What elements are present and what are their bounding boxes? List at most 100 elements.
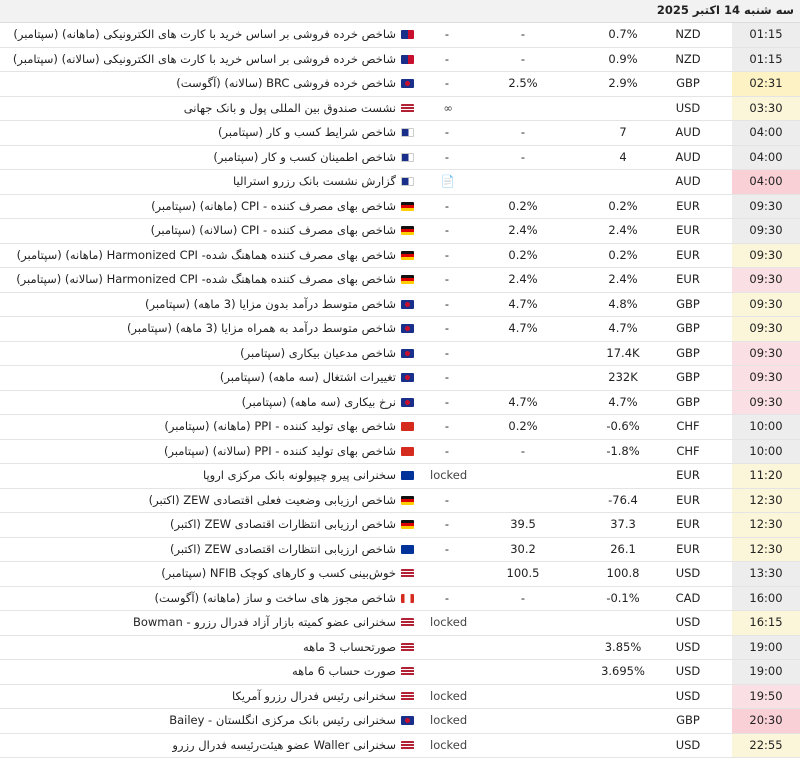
table-row[interactable]: 13:30USD100.8100.5خوش‌بینی کسب و کارهای … bbox=[0, 562, 800, 587]
event-name[interactable]: شاخص اطمینان کسب و کار (سپتامبر) bbox=[213, 150, 396, 164]
table-row[interactable]: 09:30GBP4.7%4.7%-شاخص متوسط درآمد به همر… bbox=[0, 317, 800, 342]
table-row[interactable]: 10:00CHF-0.6%0.2%-شاخص بهای تولید کننده … bbox=[0, 415, 800, 440]
event-name[interactable]: صورتحساب 3 ماهه bbox=[303, 640, 396, 654]
actual-value: 0.2% bbox=[596, 248, 650, 262]
table-row[interactable]: 09:30EUR0.2%0.2%-شاخص بهای مصرف کننده - … bbox=[0, 195, 800, 220]
event-name[interactable]: شاخص بهای مصرف کننده هماهنگ شده- Harmoni… bbox=[17, 248, 396, 262]
forecast-value: 4.7% bbox=[496, 395, 550, 409]
actual-value: 100.8 bbox=[596, 566, 650, 580]
table-row[interactable]: 16:15USDlockedسخنرانی عضو کمیته بازار آز… bbox=[0, 611, 800, 636]
previous-value: - bbox=[418, 76, 476, 90]
flag-us-icon bbox=[401, 643, 414, 652]
table-row[interactable]: 12:30EUR26.130.2-شاخص ارزیابی انتظارات ا… bbox=[0, 538, 800, 563]
event-type-icon: 📄 bbox=[430, 174, 466, 188]
previous-value: - bbox=[418, 346, 476, 360]
table-row[interactable]: 09:30GBP232K-تغییرات اشتغال (سه ماهه) (س… bbox=[0, 366, 800, 391]
table-row[interactable]: 12:30EUR37.339.5-شاخص ارزیابی انتظارات ا… bbox=[0, 513, 800, 538]
actual-value: -0.1% bbox=[596, 591, 650, 605]
table-row[interactable]: 09:30GBP4.8%4.7%-شاخص متوسط درآمد بدون م… bbox=[0, 293, 800, 318]
table-row[interactable]: 01:15NZD0.7%--شاخص خرده فروشی بر اساس خر… bbox=[0, 23, 800, 48]
event-name[interactable]: شاخص بهای تولید کننده - PPI (ماهانه) (سپ… bbox=[164, 419, 396, 433]
previous-value: - bbox=[418, 444, 476, 458]
forecast-value: - bbox=[496, 591, 550, 605]
forecast-value: - bbox=[496, 52, 550, 66]
event-name[interactable]: سخنرانی رئیس فدرال رزرو آمریکا bbox=[232, 689, 396, 703]
table-row[interactable]: 02:31GBP2.9%2.5%-شاخص خرده فروشی BRC (سا… bbox=[0, 72, 800, 97]
event-time: 20:30 bbox=[732, 709, 800, 733]
table-row[interactable]: 19:50USDlockedسخنرانی رئیس فدرال رزرو آم… bbox=[0, 685, 800, 710]
event-name[interactable]: سخنرانی Waller عضو هیئت‌رئیسه فدرال رزرو bbox=[172, 738, 396, 752]
event-name[interactable]: شاخص شرایط کسب و کار (سپتامبر) bbox=[218, 125, 396, 139]
table-row[interactable]: 09:30GBP17.4K-شاخص مدعیان بیکاری (سپتامب… bbox=[0, 342, 800, 367]
table-row[interactable]: 11:20EURlockedسخنرانی پیرو چیپولونه بانک… bbox=[0, 464, 800, 489]
event-name[interactable]: خوش‌بینی کسب و کارهای کوچک NFIB (سپتامبر… bbox=[161, 566, 396, 580]
event-name[interactable]: شاخص متوسط درآمد بدون مزایا (3 ماهه) (سپ… bbox=[145, 297, 396, 311]
table-row[interactable]: 03:30USD∞نشست صندوق بین المللی پول و بان… bbox=[0, 97, 800, 122]
table-row[interactable]: 19:00USD3.695%صورت حساب 6 ماهه bbox=[0, 660, 800, 685]
table-row[interactable]: 04:00AUD7--شاخص شرایط کسب و کار (سپتامبر… bbox=[0, 121, 800, 146]
event-time: 11:20 bbox=[732, 464, 800, 488]
forecast-value: - bbox=[496, 444, 550, 458]
event-type-icon: ∞ bbox=[430, 101, 466, 115]
event-name[interactable]: شاخص بهای مصرف کننده - CPI (سالانه) (سپت… bbox=[151, 223, 396, 237]
event-name[interactable]: شاخص بهای مصرف کننده هماهنگ شده- Harmoni… bbox=[16, 272, 396, 286]
event-name[interactable]: شاخص خرده فروشی BRC (سالانه) (آگوست) bbox=[176, 76, 396, 90]
flag-gb-icon bbox=[401, 300, 414, 309]
event-name[interactable]: شاخص ارزیابی وضعیت فعلی اقتصادی ZEW (اکت… bbox=[149, 493, 396, 507]
event-name[interactable]: شاخص متوسط درآمد به همراه مزایا (3 ماهه)… bbox=[127, 321, 396, 335]
event-name[interactable]: گزارش نشست بانک رزرو استرالیا bbox=[233, 174, 396, 188]
event-time: 10:00 bbox=[732, 440, 800, 464]
flag-nz-icon bbox=[401, 30, 414, 39]
flag-de-icon bbox=[401, 226, 414, 235]
event-name[interactable]: شاخص مدعیان بیکاری (سپتامبر) bbox=[240, 346, 396, 360]
table-row[interactable]: 19:00USD3.85%صورتحساب 3 ماهه bbox=[0, 636, 800, 661]
event-name[interactable]: سخنرانی رئیس بانک مرکزی انگلستان - Baile… bbox=[169, 713, 396, 727]
table-row[interactable]: 12:30EUR-76.4-شاخص ارزیابی وضعیت فعلی اق… bbox=[0, 489, 800, 514]
event-time: 09:30 bbox=[732, 293, 800, 317]
currency-code: EUR bbox=[668, 542, 708, 556]
event-name[interactable]: شاخص مجوز های ساخت و ساز (ماهانه) (آگوست… bbox=[155, 591, 396, 605]
event-name[interactable]: شاخص بهای مصرف کننده - CPI (ماهانه) (سپت… bbox=[151, 199, 396, 213]
table-row[interactable]: 09:30EUR2.4%2.4%-شاخص بهای مصرف کننده هم… bbox=[0, 268, 800, 293]
flag-de-icon bbox=[401, 251, 414, 260]
table-row[interactable]: 09:30EUR2.4%2.4%-شاخص بهای مصرف کننده - … bbox=[0, 219, 800, 244]
event-time: 01:15 bbox=[732, 48, 800, 72]
flag-us-icon bbox=[401, 692, 414, 701]
previous-value: - bbox=[418, 321, 476, 335]
previous-value: - bbox=[418, 125, 476, 139]
event-name[interactable]: سخنرانی عضو کمیته بازار آزاد فدرال رزرو … bbox=[133, 615, 396, 629]
event-name[interactable]: سخنرانی پیرو چیپولونه بانک مرکزی اروپا bbox=[203, 468, 396, 482]
event-name[interactable]: شاخص خرده فروشی بر اساس خرید با کارت های… bbox=[13, 52, 396, 66]
event-name[interactable]: صورت حساب 6 ماهه bbox=[292, 664, 396, 678]
event-name[interactable]: نشست صندوق بین المللی پول و بانک جهانی bbox=[184, 101, 396, 115]
event-name[interactable]: شاخص ارزیابی انتظارات اقتصادی ZEW (اکتبر… bbox=[170, 517, 396, 531]
event-name[interactable]: شاخص بهای تولید کننده - PPI (سالانه) (سپ… bbox=[164, 444, 396, 458]
table-row[interactable]: 04:00AUD4--شاخص اطمینان کسب و کار (سپتام… bbox=[0, 146, 800, 171]
event-name[interactable]: شاخص ارزیابی انتظارات اقتصادی ZEW (اکتبر… bbox=[170, 542, 396, 556]
forecast-value: 30.2 bbox=[496, 542, 550, 556]
event-time: 19:00 bbox=[732, 660, 800, 684]
event-name[interactable]: تغییرات اشتغال (سه ماهه) (سپتامبر) bbox=[220, 370, 396, 384]
forecast-value: 0.2% bbox=[496, 248, 550, 262]
event-time: 10:00 bbox=[732, 415, 800, 439]
event-time: 22:55 bbox=[732, 734, 800, 758]
table-row[interactable]: 10:00CHF-1.8%--شاخص بهای تولید کننده - P… bbox=[0, 440, 800, 465]
currency-code: GBP bbox=[668, 395, 708, 409]
actual-value: 26.1 bbox=[596, 542, 650, 556]
table-row[interactable]: 04:00AUD📄گزارش نشست بانک رزرو استرالیا bbox=[0, 170, 800, 195]
currency-code: EUR bbox=[668, 199, 708, 213]
table-row[interactable]: 01:15NZD0.9%--شاخص خرده فروشی بر اساس خر… bbox=[0, 48, 800, 73]
currency-code: NZD bbox=[668, 52, 708, 66]
previous-value: - bbox=[418, 517, 476, 531]
table-row[interactable]: 09:30EUR0.2%0.2%-شاخص بهای مصرف کننده هم… bbox=[0, 244, 800, 269]
table-row[interactable]: 09:30GBP4.7%4.7%-نرخ بیکاری (سه ماهه) (س… bbox=[0, 391, 800, 416]
currency-code: USD bbox=[668, 640, 708, 654]
event-time: 04:00 bbox=[732, 146, 800, 170]
event-name[interactable]: شاخص خرده فروشی بر اساس خرید با کارت های… bbox=[13, 27, 396, 41]
table-row[interactable]: 20:30GBPlockedسخنرانی رئیس بانک مرکزی ان… bbox=[0, 709, 800, 734]
currency-code: GBP bbox=[668, 321, 708, 335]
event-name[interactable]: نرخ بیکاری (سه ماهه) (سپتامبر) bbox=[242, 395, 396, 409]
currency-code: CHF bbox=[668, 444, 708, 458]
table-row[interactable]: 16:00CAD-0.1%--شاخص مجوز های ساخت و ساز … bbox=[0, 587, 800, 612]
previous-value: - bbox=[418, 248, 476, 262]
